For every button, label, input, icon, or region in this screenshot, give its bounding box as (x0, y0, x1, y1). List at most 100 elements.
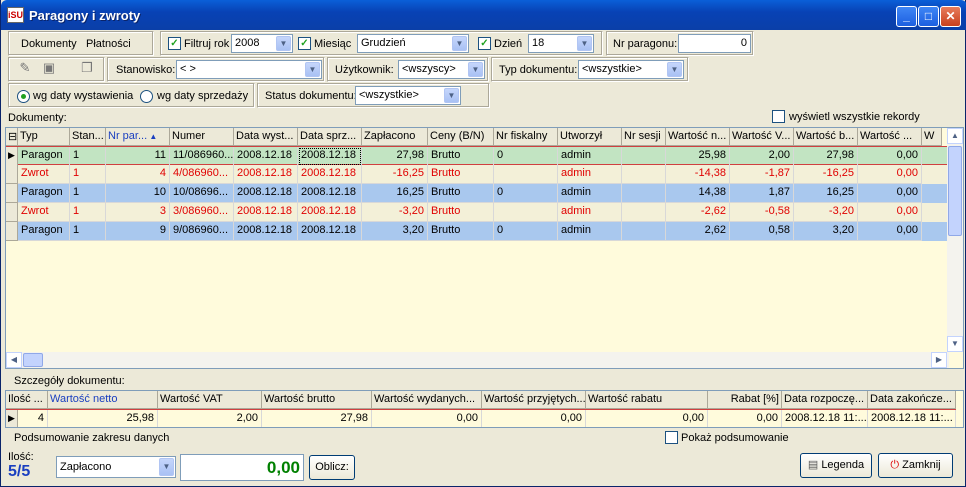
detail-column-header[interactable]: Ilość ... (6, 391, 48, 409)
column-header[interactable]: Utworzył (558, 128, 622, 146)
grid-corner-icon[interactable]: ⊟ (6, 128, 18, 146)
table-cell[interactable]: 1 (70, 147, 106, 166)
table-cell[interactable]: 2008.12.18 (234, 203, 298, 222)
table-cell[interactable] (622, 203, 666, 222)
table-cell[interactable]: 0,00 (858, 165, 922, 184)
table-cell[interactable]: 0,58 (730, 222, 794, 241)
table-cell[interactable]: 2008.12.18 (234, 147, 298, 166)
detail-column-header[interactable]: Wartość wydanych... (372, 391, 482, 409)
table-cell[interactable]: 3,20 (794, 222, 858, 241)
table-cell[interactable]: 11 (106, 147, 170, 166)
table-cell[interactable]: 27,98 (794, 147, 858, 166)
table-cell[interactable]: 0 (494, 222, 558, 241)
status-select[interactable]: <wszystkie> ▼ (355, 86, 461, 105)
day-select[interactable]: 18 ▼ (528, 34, 594, 53)
table-cell[interactable]: 2008.12.18 (234, 184, 298, 203)
typ-dokumentu-select[interactable]: <wszystkie> ▼ (578, 60, 684, 79)
column-header[interactable]: Wartość n... (666, 128, 730, 146)
table-cell[interactable]: 2,00 (730, 147, 794, 166)
nr-paragonu-input[interactable]: 0 (678, 34, 751, 53)
minimize-button[interactable]: _ (896, 6, 917, 27)
column-header[interactable]: Wartość V... (730, 128, 794, 146)
table-cell[interactable]: admin (558, 222, 622, 241)
dzien-checkbox[interactable]: ✓ (478, 37, 491, 50)
detail-row[interactable]: ▶ 4 25,98 2,00 27,98 0,00 0,00 0,00 0,00 2008.12.… (6, 409, 956, 427)
table-cell[interactable]: 2008.12.18 (298, 222, 362, 241)
vertical-scrollbar[interactable]: ▲ ▼ (947, 128, 963, 352)
detail-cell[interactable]: 0,00 (372, 410, 482, 427)
table-cell[interactable]: -1,87 (730, 165, 794, 184)
table-cell[interactable]: -14,38 (666, 165, 730, 184)
column-header[interactable]: Nr par... ▲ (106, 128, 170, 146)
detail-column-header[interactable]: Data zakończe... (868, 391, 956, 409)
column-header[interactable]: Zapłacono (362, 128, 428, 146)
detail-cell[interactable]: 2008.12.18 11:... (868, 410, 956, 427)
detail-column-header[interactable]: Wartość brutto (262, 391, 372, 409)
tab-dokumenty[interactable]: Dokumenty (21, 38, 77, 50)
table-cell[interactable]: Paragon (18, 184, 70, 203)
table-cell[interactable]: 4/086960... (170, 165, 234, 184)
table-cell[interactable]: Paragon (18, 147, 70, 166)
column-header[interactable]: Nr sesji (622, 128, 666, 146)
wg-daty-sprzedazy-radio[interactable] (140, 90, 153, 103)
table-cell[interactable]: -3,20 (794, 203, 858, 222)
filtruj-rok-checkbox[interactable]: ✓ (168, 37, 181, 50)
detail-column-header[interactable]: Wartość rabatu (586, 391, 708, 409)
table-cell[interactable]: Brutto (428, 222, 494, 241)
table-cell[interactable] (494, 165, 558, 184)
maximize-button[interactable]: □ (918, 6, 939, 27)
table-cell[interactable]: -0,58 (730, 203, 794, 222)
table-cell[interactable]: 1 (70, 203, 106, 222)
pokaz-podsumowanie-checkbox[interactable] (665, 431, 678, 444)
detail-column-header[interactable]: Data rozpoczę... (782, 391, 868, 409)
column-header[interactable]: Wartość ... (858, 128, 922, 146)
detail-cell[interactable]: 2,00 (158, 410, 262, 427)
miesiac-checkbox[interactable]: ✓ (298, 37, 311, 50)
table-row[interactable]: Paragon 1 9 9/086960... 2008.12.18 2008.12.18… (6, 222, 949, 241)
table-cell[interactable]: 0 (494, 147, 558, 166)
details-grid[interactable]: Ilość ... Wartość netto Wartość VAT Wartość… (5, 390, 964, 428)
table-cell[interactable] (622, 184, 666, 203)
table-row[interactable]: ▶ Paragon 1 11 11/086960... 2008.12.18 2008.12… (6, 146, 949, 166)
table-cell[interactable]: Brutto (428, 184, 494, 203)
table-cell[interactable]: Brutto (428, 165, 494, 184)
column-header[interactable]: Data wyst... (234, 128, 298, 146)
tab-platnosci[interactable]: Płatności (86, 38, 131, 50)
table-cell[interactable]: 9 (106, 222, 170, 241)
table-cell[interactable]: 3/086960... (170, 203, 234, 222)
table-cell[interactable]: 2008.12.18 (298, 147, 362, 166)
table-cell[interactable]: 4 (106, 165, 170, 184)
detail-cell[interactable]: 2008.12.18 11:... (782, 410, 868, 427)
table-cell[interactable]: 0 (494, 184, 558, 203)
delete-icon[interactable]: ▣ (39, 59, 59, 77)
table-cell[interactable]: -2,62 (666, 203, 730, 222)
table-cell[interactable]: 1 (70, 184, 106, 203)
hscroll-thumb[interactable] (23, 353, 43, 367)
table-cell[interactable]: 3 (106, 203, 170, 222)
table-cell[interactable]: admin (558, 203, 622, 222)
detail-cell[interactable]: 0,00 (586, 410, 708, 427)
month-select[interactable]: Grudzień ▼ (357, 34, 469, 53)
table-cell[interactable]: -3,20 (362, 203, 428, 222)
table-cell[interactable]: 2,62 (666, 222, 730, 241)
table-cell[interactable]: Brutto (428, 147, 494, 166)
detail-cell[interactable]: 0,00 (708, 410, 782, 427)
year-select[interactable]: 2008 ▼ (231, 34, 293, 53)
table-cell[interactable] (622, 165, 666, 184)
table-cell[interactable]: 10 (106, 184, 170, 203)
table-cell[interactable] (494, 203, 558, 222)
detail-column-header[interactable]: Wartość przyjętych... (482, 391, 586, 409)
table-cell[interactable]: Brutto (428, 203, 494, 222)
column-header[interactable]: W (922, 128, 942, 146)
detail-cell[interactable]: 27,98 (262, 410, 372, 427)
oblicz-button[interactable]: Oblicz: (309, 455, 355, 480)
table-cell[interactable]: Zwrot (18, 203, 70, 222)
table-cell[interactable]: 25,98 (666, 147, 730, 166)
table-cell[interactable]: Zwrot (18, 165, 70, 184)
stanowisko-select[interactable]: < > ▼ (176, 60, 322, 79)
table-cell[interactable]: admin (558, 165, 622, 184)
detail-column-header[interactable]: Rabat [%] (708, 391, 782, 409)
table-cell[interactable] (622, 222, 666, 241)
table-cell[interactable]: 2008.12.18 (234, 222, 298, 241)
table-cell[interactable]: 2008.12.18 (298, 165, 362, 184)
